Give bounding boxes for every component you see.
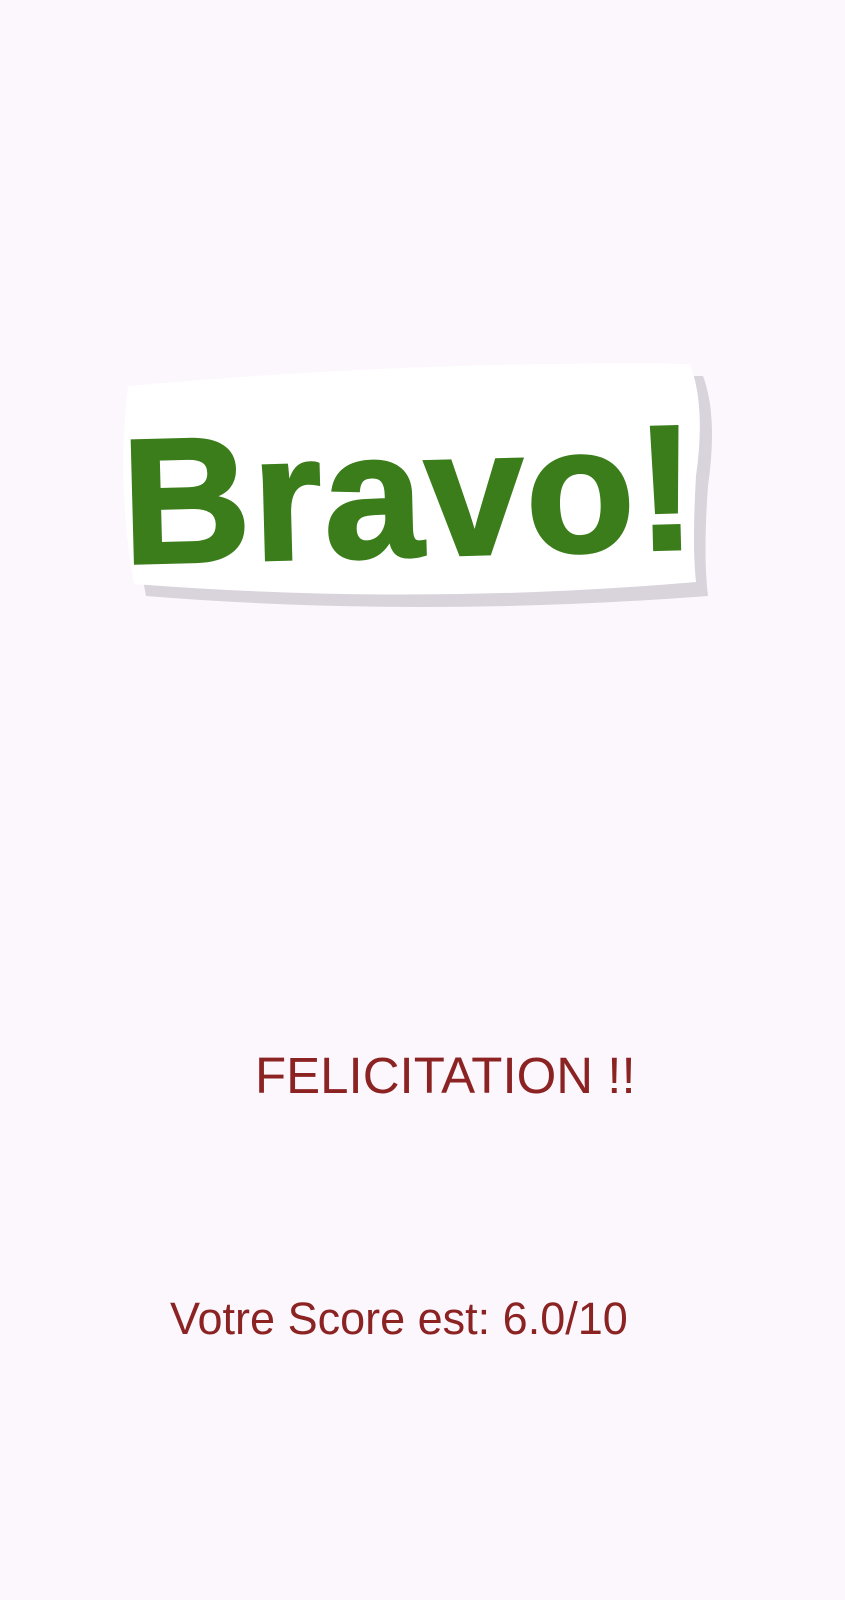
result-screen: Bravo! FELICITATION !! Votre Score est: … <box>0 0 845 1600</box>
score-text: Votre Score est: 6.0/10 <box>170 1293 628 1344</box>
congrats-text: FELICITATION !! <box>255 1047 636 1104</box>
bravo-sticker-icon: Bravo! <box>118 356 718 626</box>
bravo-text: Bravo! <box>119 388 700 602</box>
